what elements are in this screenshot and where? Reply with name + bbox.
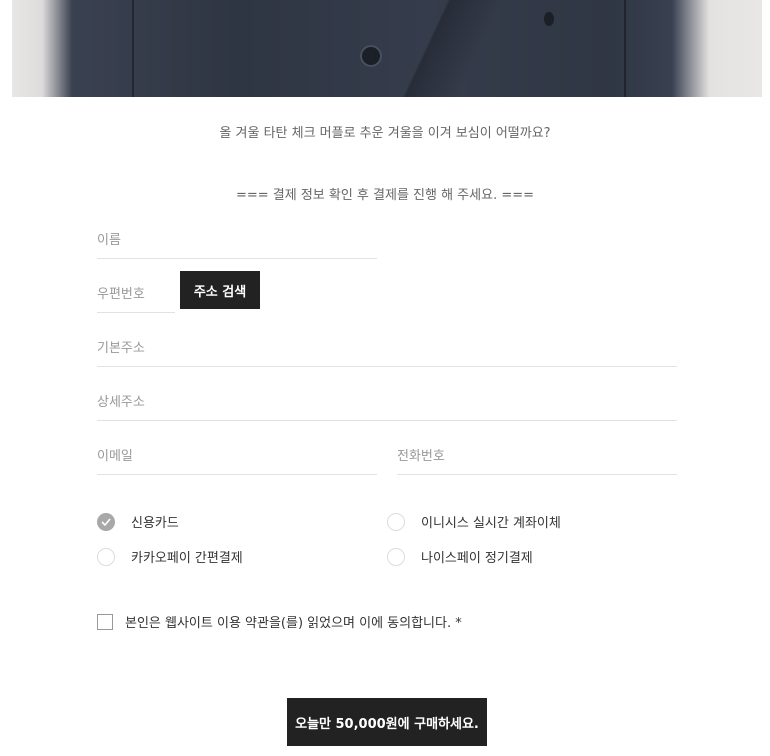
terms-agreement-label: 본인은 웹사이트 이용 약관을(를) 읽었으며 이에 동의합니다. * [125,616,462,631]
payment-option-credit-card[interactable]: 신용카드 [97,512,179,531]
payment-option-label: 이니시스 실시간 계좌이체 [421,516,561,531]
hero-seam [624,0,626,97]
coat-button [360,45,382,67]
address-input[interactable] [97,330,677,366]
product-hero-image [12,0,762,97]
radio-unchecked-icon[interactable] [97,547,115,566]
phone-field[interactable] [397,438,677,475]
payment-option-nicepay[interactable]: 나이스페이 정기결제 [387,547,533,566]
payment-option-label: 신용카드 [131,516,179,531]
zip-input[interactable] [97,276,175,312]
coat-button [544,12,554,26]
payment-option-kakaopay[interactable]: 카카오페이 간편결제 [97,547,243,566]
payment-option-bank-transfer[interactable]: 이니시스 실시간 계좌이체 [387,512,561,531]
email-field[interactable] [97,438,377,475]
hero-seam [132,0,134,97]
address-detail-field[interactable] [97,384,677,421]
product-tagline: 올 겨울 타탄 체크 머플로 추운 겨울을 이겨 보심이 어떨까요? [219,126,551,141]
buy-button[interactable]: 오늘만 50,000원에 구매하세요. [287,698,487,746]
radio-unchecked-icon[interactable] [387,512,405,531]
phone-input[interactable] [397,438,677,474]
zip-field[interactable] [97,276,175,313]
name-input[interactable] [97,222,377,258]
name-field[interactable] [97,222,377,259]
radio-unchecked-icon[interactable] [387,547,405,566]
terms-agreement[interactable]: 본인은 웹사이트 이용 약관을(를) 읽었으며 이에 동의합니다. * [97,612,462,631]
payment-option-label: 나이스페이 정기결제 [421,551,533,566]
radio-checked-icon[interactable] [97,512,115,531]
address-search-button[interactable]: 주소 검색 [180,271,260,309]
terms-checkbox[interactable] [97,613,113,630]
payment-option-label: 카카오페이 간편결제 [131,551,243,566]
email-input[interactable] [97,438,377,474]
address-field[interactable] [97,330,677,367]
address-detail-input[interactable] [97,384,677,420]
payment-notice: === 결제 정보 확인 후 결제를 진행 해 주세요. === [235,188,535,203]
